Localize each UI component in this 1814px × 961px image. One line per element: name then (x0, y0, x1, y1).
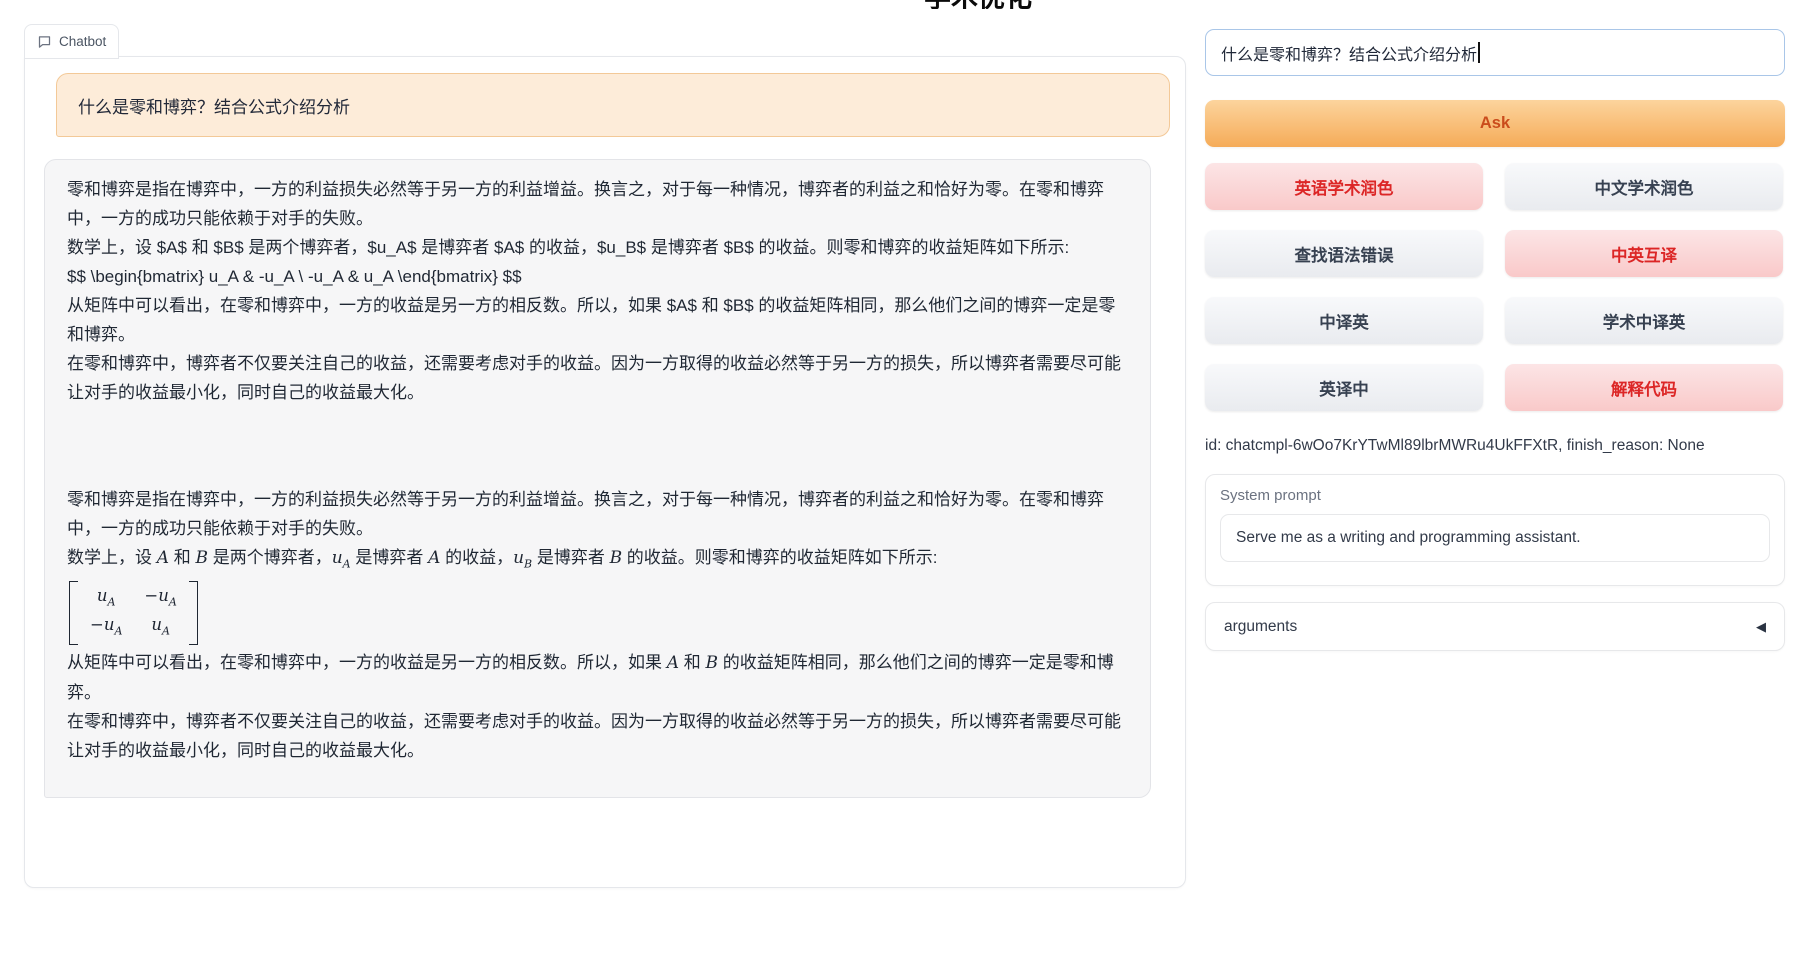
arguments-accordion-header[interactable]: arguments ◀ (1205, 602, 1785, 651)
bot-message-paragraph: 数学上，设 $A$ 和 $B$ 是两个博弈者，$u_A$ 是博弈者 $A$ 的收… (67, 233, 1128, 262)
chat-bubble-icon (37, 34, 52, 49)
bot-message-content: 零和博弈是指在博弈中，一方的利益损失必然等于另一方的利益增益。换言之，对于每一种… (67, 175, 1128, 765)
chatbot-panel-label-text: Chatbot (59, 34, 106, 49)
quick-button-english-academic-polish[interactable]: 英语学术润色 (1205, 163, 1483, 210)
quick-button-find-grammar-errors[interactable]: 查找语法错误 (1205, 230, 1483, 277)
bot-message-bubble: 零和博弈是指在博弈中，一方的利益损失必然等于另一方的利益增益。换言之，对于每一种… (44, 159, 1151, 798)
chatbot-panel-label: Chatbot (24, 24, 119, 59)
collapse-arrow-icon: ◀ (1756, 619, 1766, 635)
chatbot-panel: 什么是零和博弈？结合公式介绍分析 零和博弈是指在博弈中，一方的利益损失必然等于另… (24, 56, 1186, 888)
bot-message-paragraph: $$ \begin{bmatrix} u_A & -u_A \ -u_A & u… (67, 262, 1128, 291)
bot-message-paragraph: 零和博弈是指在博弈中，一方的利益损失必然等于另一方的利益增益。换言之，对于每一种… (67, 485, 1128, 543)
bot-message-paragraph: 数学上，设 A 和 B 是两个博弈者，uA 是博弈者 A 的收益，uB 是博弈者… (67, 543, 1128, 578)
clipped-page-title: 学术优化 (908, 0, 1048, 9)
bot-message-paragraph: 在零和博弈中，博弈者不仅要关注自己的收益，还需要考虑对手的收益。因为一方取得的收… (67, 707, 1128, 765)
arguments-accordion-label: arguments (1224, 618, 1297, 636)
system-prompt-group: System prompt Serve me as a writing and … (1205, 474, 1785, 586)
quick-button-zh-to-en[interactable]: 中译英 (1205, 297, 1483, 344)
question-input[interactable]: 什么是零和博弈？结合公式介绍分析 (1205, 29, 1785, 76)
user-message-bubble: 什么是零和博弈？结合公式介绍分析 (56, 73, 1170, 137)
completion-status-line: id: chatcmpl-6wOo7KrYTwMl89lbrMWRu4UkFFX… (1205, 437, 1785, 455)
user-message-text: 什么是零和博弈？结合公式介绍分析 (78, 93, 350, 118)
quick-button-zh-en-mutual-translate[interactable]: 中英互译 (1505, 230, 1783, 277)
quick-button-chinese-academic-polish[interactable]: 中文学术润色 (1505, 163, 1783, 210)
system-prompt-value: Serve me as a writing and programming as… (1236, 529, 1581, 547)
bot-message-paragraph: 在零和博弈中，博弈者不仅要关注自己的收益，还需要考虑对手的收益。因为一方取得的收… (67, 349, 1128, 407)
system-prompt-label: System prompt (1220, 487, 1770, 504)
bot-message-paragraph: 从矩阵中可以看出，在零和博弈中，一方的收益是另一方的相反数。所以，如果 A 和 … (67, 648, 1128, 707)
quick-button-academic-zh-to-en[interactable]: 学术中译英 (1505, 297, 1783, 344)
ask-button[interactable]: Ask (1205, 100, 1785, 147)
payoff-matrix: uA−uA−uAuA (69, 581, 198, 645)
quick-button-en-to-zh[interactable]: 英译中 (1205, 364, 1483, 411)
bot-message-paragraph: 从矩阵中可以看出，在零和博弈中，一方的收益是另一方的相反数。所以，如果 $A$ … (67, 291, 1128, 349)
app-root: 学术优化 Chatbot 什么是零和博弈？结合公式介绍分析 零和博弈是指在博弈中… (0, 0, 1814, 961)
bot-message-paragraph: 零和博弈是指在博弈中，一方的利益损失必然等于另一方的利益增益。换言之，对于每一种… (67, 175, 1128, 233)
quick-button-explain-code[interactable]: 解释代码 (1505, 364, 1783, 411)
system-prompt-input[interactable]: Serve me as a writing and programming as… (1220, 514, 1770, 562)
question-input-value: 什么是零和博弈？结合公式介绍分析 (1221, 41, 1477, 65)
text-caret (1478, 42, 1480, 63)
